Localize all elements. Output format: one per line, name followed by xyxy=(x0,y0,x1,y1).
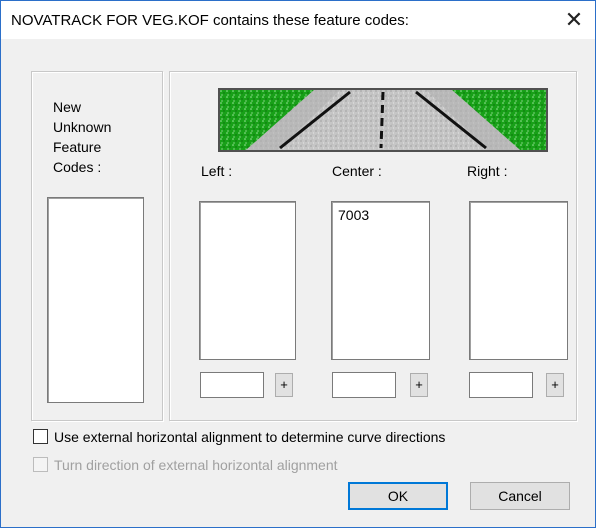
close-icon[interactable]: ✕ xyxy=(559,5,589,35)
new-codes-label-line: Codes : xyxy=(53,159,102,175)
left-codes-listbox[interactable] xyxy=(199,201,296,360)
turn-direction-checkbox xyxy=(33,457,48,472)
list-item[interactable]: 7003 xyxy=(338,207,369,223)
title-bar: NOVATRACK FOR VEG.KOF contains these fea… xyxy=(1,1,595,39)
feature-codes-dialog: NOVATRACK FOR VEG.KOF contains these fea… xyxy=(0,0,596,528)
use-external-alignment-option[interactable]: Use external horizontal alignment to det… xyxy=(33,429,445,445)
cancel-button[interactable]: Cancel xyxy=(470,482,570,510)
right-column-label: Right : xyxy=(467,163,508,179)
road-cross-section-graphic xyxy=(220,90,546,150)
right-codes-listbox[interactable] xyxy=(469,201,568,360)
road-cross-section-image xyxy=(218,88,548,152)
turn-direction-option: Turn direction of external horizontal al… xyxy=(33,457,338,473)
turn-direction-label: Turn direction of external horizontal al… xyxy=(54,457,338,473)
left-add-button[interactable]: + xyxy=(275,373,293,397)
left-column-label: Left : xyxy=(201,163,233,179)
dialog-title: NOVATRACK FOR VEG.KOF contains these fea… xyxy=(11,12,409,29)
use-external-alignment-label: Use external horizontal alignment to det… xyxy=(54,429,446,445)
use-external-alignment-checkbox[interactable] xyxy=(33,429,48,444)
ok-button[interactable]: OK xyxy=(348,482,448,510)
right-code-input[interactable] xyxy=(469,372,533,398)
center-add-button[interactable]: + xyxy=(410,373,428,397)
center-codes-listbox[interactable]: 7003 xyxy=(331,201,430,360)
new-codes-label-line: Feature xyxy=(53,139,102,155)
right-add-button[interactable]: + xyxy=(546,373,564,397)
center-column-label: Center : xyxy=(332,163,382,179)
new-codes-label-line: Unknown xyxy=(53,119,112,135)
center-code-input[interactable] xyxy=(332,372,396,398)
left-code-input[interactable] xyxy=(200,372,264,398)
new-codes-label: New Unknown Feature Codes : xyxy=(53,97,111,177)
new-codes-listbox[interactable] xyxy=(47,197,144,403)
new-codes-label-line: New xyxy=(53,99,82,115)
